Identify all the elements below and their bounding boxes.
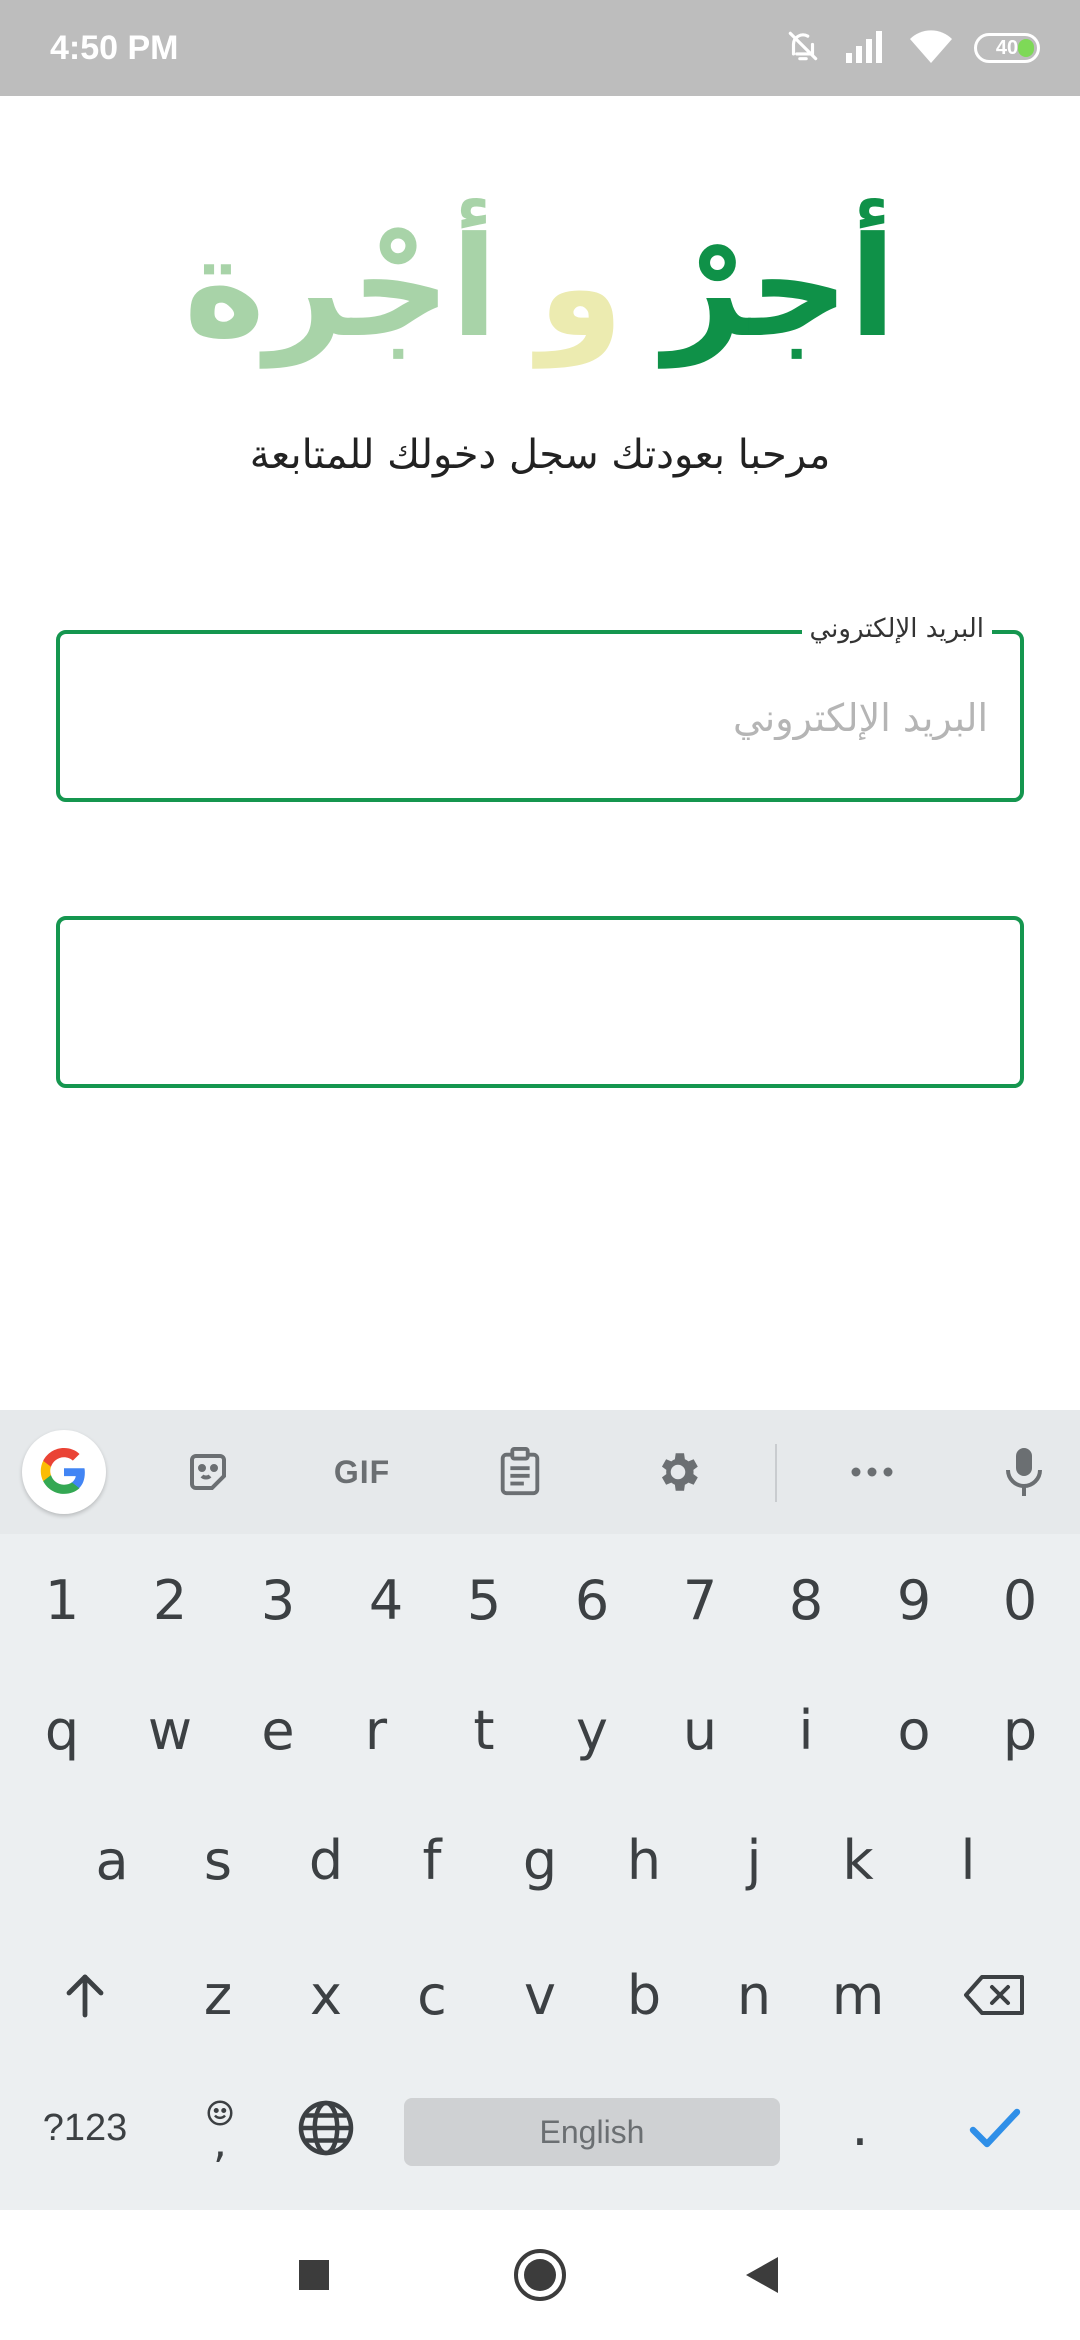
key-c[interactable]: c: [378, 1935, 486, 2055]
key-y[interactable]: y: [538, 1670, 646, 1790]
key-u[interactable]: u: [646, 1670, 754, 1790]
key-i[interactable]: i: [752, 1670, 860, 1790]
settings-icon[interactable]: [628, 1410, 728, 1534]
key-a[interactable]: a: [58, 1800, 166, 1920]
home-circle-icon: [514, 2249, 566, 2301]
signal-icon: [844, 29, 888, 67]
key-6[interactable]: 6: [538, 1540, 646, 1660]
shift-arrow-icon: [66, 1974, 104, 2018]
recents-button[interactable]: [264, 2210, 364, 2340]
key-b[interactable]: b: [590, 1935, 698, 2055]
key-5[interactable]: 5: [430, 1540, 538, 1660]
key-j[interactable]: j: [700, 1800, 808, 1920]
logo-connector: و: [537, 207, 624, 368]
key-n[interactable]: n: [700, 1935, 808, 2055]
email-field[interactable]: [84, 680, 990, 756]
key-1[interactable]: 1: [8, 1540, 116, 1660]
status-time: 4:50 PM: [50, 29, 179, 67]
password-field[interactable]: [84, 966, 990, 1042]
key-r[interactable]: r: [322, 1670, 430, 1790]
mic-icon[interactable]: [974, 1410, 1074, 1534]
sticker-icon[interactable]: [158, 1410, 258, 1534]
battery-icon: 40: [974, 33, 1040, 63]
gif-button[interactable]: GIF: [312, 1410, 412, 1534]
wifi-icon: [910, 29, 952, 67]
keyboard-middle-row: a s d f g h j k l: [0, 1800, 1080, 1920]
key-z[interactable]: z: [164, 1935, 272, 2055]
square-icon: [299, 2260, 329, 2290]
key-e[interactable]: e: [224, 1670, 332, 1790]
battery-level: 40: [995, 36, 1019, 59]
mute-bell-icon: [784, 27, 822, 69]
key-0[interactable]: 0: [966, 1540, 1074, 1660]
more-icon[interactable]: [822, 1410, 922, 1534]
backspace-icon: [964, 1975, 1024, 2015]
symbols-key[interactable]: ?123: [18, 2068, 152, 2188]
keyboard-space-row: ?123 , English .: [0, 2068, 1080, 2188]
key-m[interactable]: m: [804, 1935, 912, 2055]
google-icon[interactable]: [22, 1430, 106, 1514]
key-4[interactable]: 4: [332, 1540, 440, 1660]
comma-label: ,: [213, 2117, 227, 2168]
period-key[interactable]: .: [810, 2068, 910, 2188]
back-button[interactable]: [712, 2210, 812, 2340]
key-x[interactable]: x: [272, 1935, 380, 2055]
backspace-key[interactable]: [930, 1935, 1060, 2055]
key-l[interactable]: l: [914, 1800, 1022, 1920]
password-field-container: [56, 916, 1024, 1088]
key-2[interactable]: 2: [116, 1540, 224, 1660]
app-logo: أجرْ و أجْرة: [0, 188, 1080, 388]
shift-key[interactable]: [20, 1935, 150, 2055]
comma-emoji-key[interactable]: ,: [170, 2068, 270, 2188]
logo-word-1: أجرْ: [663, 207, 897, 368]
key-t[interactable]: t: [430, 1670, 538, 1790]
logo-word-2: أجْرة: [183, 207, 498, 368]
globe-icon: [298, 2100, 354, 2156]
space-label: English: [539, 2113, 645, 2150]
language-key[interactable]: [276, 2068, 376, 2188]
enter-key[interactable]: [940, 2068, 1050, 2188]
keyboard-bottom-row: z x c v b n m: [0, 1935, 1080, 2055]
keyboard-toolbar: GIF: [0, 1410, 1080, 1534]
space-key[interactable]: English: [404, 2098, 780, 2166]
key-k[interactable]: k: [804, 1800, 912, 1920]
navigation-bar: [0, 2210, 1080, 2340]
toolbar-divider: [775, 1444, 777, 1502]
email-field-label: البريد الإلكتروني: [801, 614, 992, 644]
key-9[interactable]: 9: [860, 1540, 968, 1660]
key-h[interactable]: h: [590, 1800, 698, 1920]
clipboard-icon[interactable]: [470, 1410, 570, 1534]
checkmark-icon: [969, 2108, 1021, 2148]
gif-label: GIF: [333, 1453, 391, 1490]
key-o[interactable]: o: [860, 1670, 968, 1790]
back-triangle-icon: [746, 2257, 778, 2293]
welcome-subtitle: مرحبا بعودتك سجل دخولك للمتابعة: [249, 432, 831, 478]
key-3[interactable]: 3: [224, 1540, 332, 1660]
key-q[interactable]: q: [8, 1670, 116, 1790]
keyboard-top-row: q w e r t y u i o p: [0, 1670, 1080, 1790]
keyboard-number-row: 1 2 3 4 5 6 7 8 9 0: [0, 1540, 1080, 1660]
key-s[interactable]: s: [164, 1800, 272, 1920]
key-d[interactable]: d: [272, 1800, 380, 1920]
key-v[interactable]: v: [486, 1935, 594, 2055]
key-p[interactable]: p: [966, 1670, 1074, 1790]
status-bar: 4:50 PM 40: [0, 0, 1080, 96]
key-7[interactable]: 7: [646, 1540, 754, 1660]
key-f[interactable]: f: [378, 1800, 486, 1920]
status-icons: 40: [784, 26, 1040, 70]
key-w[interactable]: w: [116, 1670, 224, 1790]
home-button[interactable]: [490, 2210, 590, 2340]
key-g[interactable]: g: [486, 1800, 594, 1920]
email-field-container: البريد الإلكتروني: [56, 614, 1024, 802]
key-8[interactable]: 8: [752, 1540, 860, 1660]
